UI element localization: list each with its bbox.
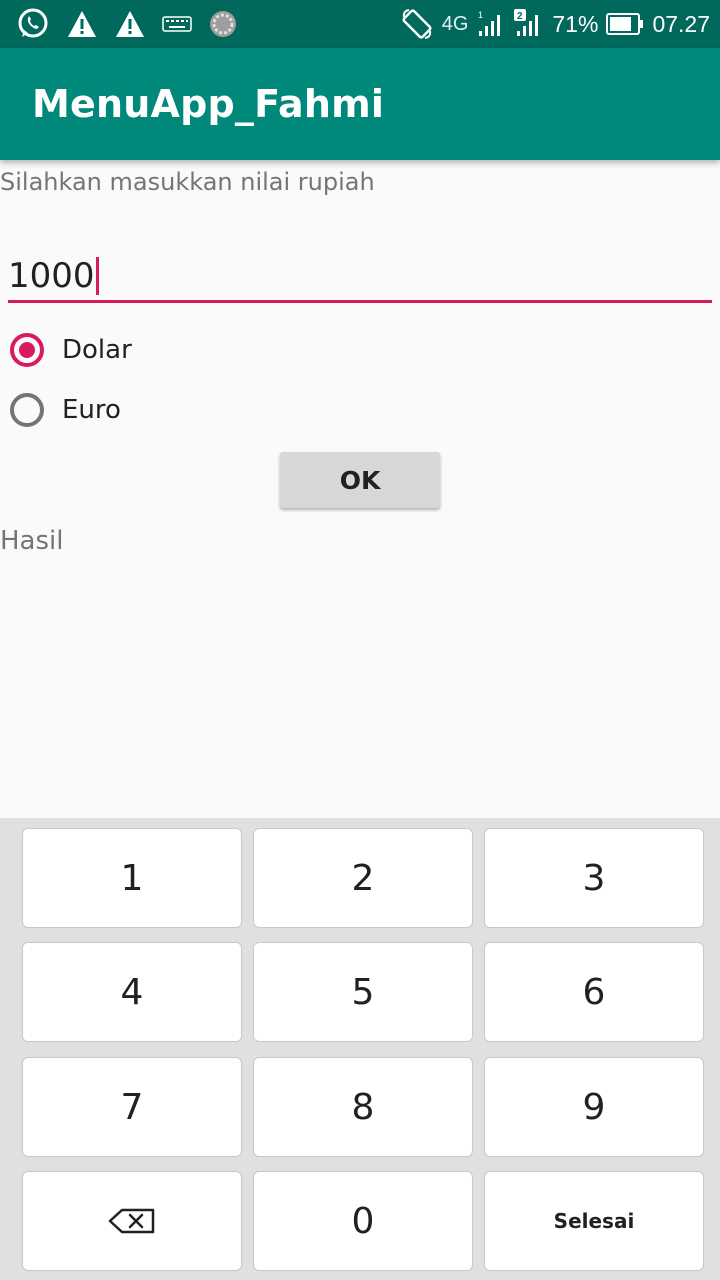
sim1-label: 1 bbox=[478, 10, 483, 20]
key-1[interactable]: 1 bbox=[22, 828, 242, 928]
sync-icon bbox=[210, 11, 236, 37]
radio-unchecked-icon bbox=[10, 393, 44, 427]
text-cursor bbox=[95, 257, 99, 295]
key-4[interactable]: 4 bbox=[22, 942, 242, 1042]
notification-icons bbox=[16, 6, 238, 42]
amount-input[interactable]: 1000 bbox=[8, 250, 712, 303]
done-key[interactable]: Selesai bbox=[484, 1171, 704, 1271]
battery-icon bbox=[606, 13, 644, 35]
whatsapp-icon bbox=[18, 8, 48, 38]
radio-checked-icon bbox=[10, 333, 44, 367]
rotate-icon bbox=[402, 9, 432, 39]
signal-icon: 1 bbox=[478, 10, 501, 36]
key-8[interactable]: 8 bbox=[253, 1057, 473, 1157]
key-7[interactable]: 7 bbox=[22, 1057, 242, 1157]
keyboard-icon bbox=[162, 16, 192, 32]
radio-dot bbox=[19, 342, 35, 358]
key-backspace[interactable] bbox=[22, 1171, 242, 1271]
signal-icon: 2 bbox=[514, 9, 539, 36]
amount-text-wrap: 1000 bbox=[8, 256, 99, 296]
battery-percent: 71% bbox=[552, 10, 599, 37]
radio-dolar[interactable]: Dolar bbox=[10, 328, 132, 372]
warning-icon bbox=[116, 11, 144, 37]
main-content: Silahkan masukkan nilai rupiah 1000 Dola… bbox=[0, 160, 720, 818]
backspace-icon bbox=[108, 1208, 155, 1234]
warning-icon bbox=[68, 11, 96, 37]
radio-euro[interactable]: Euro bbox=[10, 388, 121, 432]
prompt-label: Silahkan masukkan nilai rupiah bbox=[0, 168, 375, 196]
key-5[interactable]: 5 bbox=[253, 942, 473, 1042]
ok-button[interactable]: OK bbox=[280, 452, 440, 508]
result-label: Hasil bbox=[0, 526, 64, 556]
network-type: 4G bbox=[441, 12, 469, 35]
radio-label-euro: Euro bbox=[62, 395, 121, 425]
key-2[interactable]: 2 bbox=[253, 828, 473, 928]
key-9[interactable]: 9 bbox=[484, 1057, 704, 1157]
status-bar: 4G 1 2 71% 07.27 bbox=[0, 0, 720, 48]
amount-value: 1000 bbox=[8, 256, 95, 296]
app-title: MenuApp_Fahmi bbox=[32, 82, 385, 126]
clock: 07.27 bbox=[652, 10, 710, 37]
system-icons: 4G 1 2 71% 07.27 bbox=[400, 6, 710, 42]
numeric-keypad: 1 2 3 4 5 6 7 8 9 0 Selesai bbox=[0, 818, 720, 1280]
radio-label-dolar: Dolar bbox=[62, 335, 132, 365]
key-0[interactable]: 0 bbox=[253, 1171, 473, 1271]
app-bar: MenuApp_Fahmi bbox=[0, 48, 720, 160]
sim2-label: 2 bbox=[517, 11, 523, 22]
key-3[interactable]: 3 bbox=[484, 828, 704, 928]
key-6[interactable]: 6 bbox=[484, 942, 704, 1042]
